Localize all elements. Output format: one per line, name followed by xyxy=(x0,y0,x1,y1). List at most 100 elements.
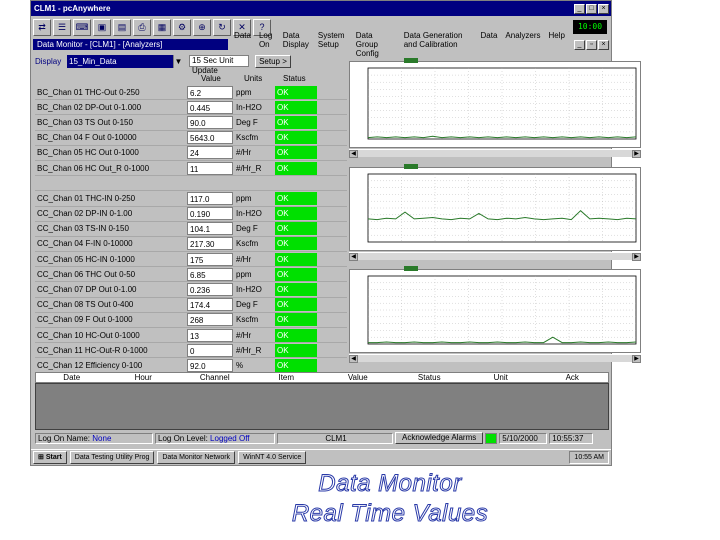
table-row[interactable]: CC_Chan 05 HC-IN 0-1000 175 #/Hr OK xyxy=(35,252,347,268)
table-row[interactable]: CC_Chan 09 F Out 0-1000 268 Kscfm OK xyxy=(35,313,347,328)
table-row[interactable]: CC_Chan 03 TS-IN 0-150 104.1 Deg F OK xyxy=(35,222,347,237)
table-row[interactable]: BC_Chan 01 THC-Out 0-250 6.2 ppm OK xyxy=(35,85,347,101)
acknowledge-alarms-button[interactable]: Acknowledge Alarms xyxy=(395,432,484,444)
channel-name: CC_Chan 07 DP Out 0-1.00 xyxy=(37,285,137,295)
table-row[interactable]: CC_Chan 02 DP-IN 0-1.00 0.190 In-H2O OK xyxy=(35,207,347,222)
maximize-icon[interactable]: □ xyxy=(586,3,597,14)
channel-value: 175 xyxy=(187,252,233,266)
display-dropdown[interactable]: 15_Min_Data ▼ xyxy=(67,54,183,68)
mdi-minimize-icon[interactable]: _ xyxy=(574,39,585,50)
chat-icon[interactable]: ☰ xyxy=(53,18,71,36)
chart-3-scrollbar[interactable]: ◀ ▶ xyxy=(349,354,641,363)
zoom-icon[interactable]: ⊕ xyxy=(193,18,211,36)
close-icon[interactable]: × xyxy=(598,3,609,14)
channel-unit: Deg F xyxy=(236,117,258,127)
keyboard-icon[interactable]: ⌨ xyxy=(73,18,91,36)
menu-item[interactable]: Data Group Config xyxy=(356,31,396,58)
chevron-down-icon[interactable]: ▼ xyxy=(173,54,183,68)
log-on-name-label: Log On Name: xyxy=(38,433,91,443)
table-row[interactable]: CC_Chan 06 THC Out 0-50 6.85 ppm OK xyxy=(35,267,347,283)
table-row[interactable]: CC_Chan 01 THC-IN 0-250 117.0 ppm OK xyxy=(35,191,347,207)
channel-name: CC_Chan 01 THC-IN 0-250 xyxy=(37,193,136,203)
status-badge: OK xyxy=(275,343,317,357)
table-row[interactable]: CC_Chan 10 HC-Out 0-1000 13 #/Hr OK xyxy=(35,328,347,344)
alarm-column-header[interactable]: Unit xyxy=(465,373,537,382)
table-row[interactable]: BC_Chan 03 TS Out 0-150 90.0 Deg F OK xyxy=(35,115,347,131)
table-row[interactable] xyxy=(35,176,347,192)
table-row[interactable]: CC_Chan 08 TS Out 0-400 174.4 Deg F OK xyxy=(35,298,347,313)
minimize-icon[interactable]: _ xyxy=(574,3,585,14)
chart-1-scrollbar[interactable]: ◀ ▶ xyxy=(349,149,641,158)
channel-name: BC_Chan 01 THC-Out 0-250 xyxy=(37,87,140,97)
table-row[interactable]: CC_Chan 11 HC-Out-R 0-1000 0 #/Hr_R OK xyxy=(35,343,347,359)
alarm-column-header[interactable]: Status xyxy=(394,373,466,382)
taskbar-item[interactable]: Data Testing Utility Prog xyxy=(69,451,155,464)
alarm-column-header[interactable]: Hour xyxy=(108,373,180,382)
table-row[interactable]: BC_Chan 06 HC Out_R 0-1000 11 #/Hr_R OK xyxy=(35,161,347,177)
update-rate-field: 15 Sec Unit Update xyxy=(189,55,249,75)
channel-value: 117.0 xyxy=(187,191,233,205)
window-titlebar: CLM1 - pcAnywhere _ □ × xyxy=(31,1,611,16)
scroll-left-icon[interactable]: ◀ xyxy=(349,253,358,261)
alarm-column-header[interactable]: Channel xyxy=(179,373,251,382)
status-badge: OK xyxy=(275,191,317,205)
channel-name: BC_Chan 05 HC Out 0-1000 xyxy=(37,148,139,158)
menu-item[interactable]: Help xyxy=(549,31,565,58)
save-icon[interactable]: ▤ xyxy=(113,18,131,36)
table-row[interactable]: BC_Chan 02 DP-Out 0-1.000 0.445 In-H2O OK xyxy=(35,100,347,116)
channel-name: CC_Chan 02 DP-IN 0-1.00 xyxy=(37,209,133,219)
screen-icon[interactable]: ▣ xyxy=(93,18,111,36)
channel-unit: ppm xyxy=(236,193,252,203)
scroll-left-icon[interactable]: ◀ xyxy=(349,355,358,363)
refresh-icon[interactable]: ↻ xyxy=(213,18,231,36)
menu-item[interactable]: Analyzers xyxy=(505,31,540,58)
menu-item[interactable]: Data Generation and Calibration xyxy=(404,31,473,58)
channel-name: CC_Chan 09 F Out 0-1000 xyxy=(37,315,133,325)
channel-value: 0.190 xyxy=(187,207,233,221)
scroll-right-icon[interactable]: ▶ xyxy=(632,150,641,158)
mdi-close-icon[interactable]: × xyxy=(598,39,609,50)
file-transfer-icon[interactable]: ⇄ xyxy=(33,18,51,36)
caption-line-2: Real Time Values xyxy=(291,500,489,528)
caption-line-1: Data Monitor xyxy=(318,470,462,498)
print-icon[interactable]: ⎙ xyxy=(133,18,151,36)
taskbar: ⊞ Start Data Testing Utility Prog Data M… xyxy=(31,449,611,465)
value-column-header: Value xyxy=(201,74,221,83)
chart-2-scrollbar[interactable]: ◀ ▶ xyxy=(349,252,641,261)
display-selected: 15_Min_Data xyxy=(69,56,117,66)
channel-value: 6.85 xyxy=(187,267,233,281)
channel-value: 174.4 xyxy=(187,298,233,312)
channel-unit: #/Hr xyxy=(236,148,252,158)
taskbar-item[interactable]: Data Monitor Network xyxy=(157,451,236,464)
channel-name: CC_Chan 03 TS-IN 0-150 xyxy=(37,224,129,234)
start-button[interactable]: ⊞ Start xyxy=(33,451,67,464)
table-row[interactable]: BC_Chan 04 F Out 0-10000 5643.0 Kscfm OK xyxy=(35,131,347,146)
settings-icon[interactable]: ⚙ xyxy=(173,18,191,36)
status-badge: OK xyxy=(275,283,317,297)
table-row[interactable]: CC_Chan 04 F-IN 0-10000 217.30 Kscfm OK xyxy=(35,237,347,253)
display-label: Display xyxy=(35,56,62,66)
channel-unit: Kscfm xyxy=(236,133,259,143)
menu-item[interactable]: Data xyxy=(481,31,498,58)
channel-value: 11 xyxy=(187,161,233,175)
channel-value: 268 xyxy=(187,313,233,327)
setup-button[interactable]: Setup > xyxy=(255,54,291,68)
alarm-list[interactable] xyxy=(35,383,609,430)
taskbar-item[interactable]: WinNT 4.0 Service xyxy=(238,451,307,464)
mdi-restore-icon[interactable]: ▫ xyxy=(586,39,597,50)
channel-name: CC_Chan 11 HC-Out-R 0-1000 xyxy=(37,345,148,355)
alarm-column-header[interactable]: Value xyxy=(322,373,394,382)
status-time: 10:55:37 xyxy=(549,432,594,444)
status-date: 5/10/2000 xyxy=(499,432,548,444)
table-row[interactable]: BC_Chan 05 HC Out 0-1000 24 #/Hr OK xyxy=(35,146,347,161)
channel-unit: In-H2O xyxy=(236,285,262,295)
scroll-left-icon[interactable]: ◀ xyxy=(349,150,358,158)
clipboard-icon[interactable]: ▦ xyxy=(153,18,171,36)
alarm-column-header[interactable]: Item xyxy=(251,373,323,382)
alarm-column-header[interactable]: Date xyxy=(36,373,108,382)
table-row[interactable]: CC_Chan 07 DP Out 0-1.00 0.236 In-H2O OK xyxy=(35,282,347,298)
scroll-right-icon[interactable]: ▶ xyxy=(632,253,641,261)
alarm-column-header[interactable]: Ack xyxy=(537,373,609,382)
mdi-title: Data Monitor - [CLM1] - [Analyzers] xyxy=(33,39,229,50)
scroll-right-icon[interactable]: ▶ xyxy=(632,355,641,363)
